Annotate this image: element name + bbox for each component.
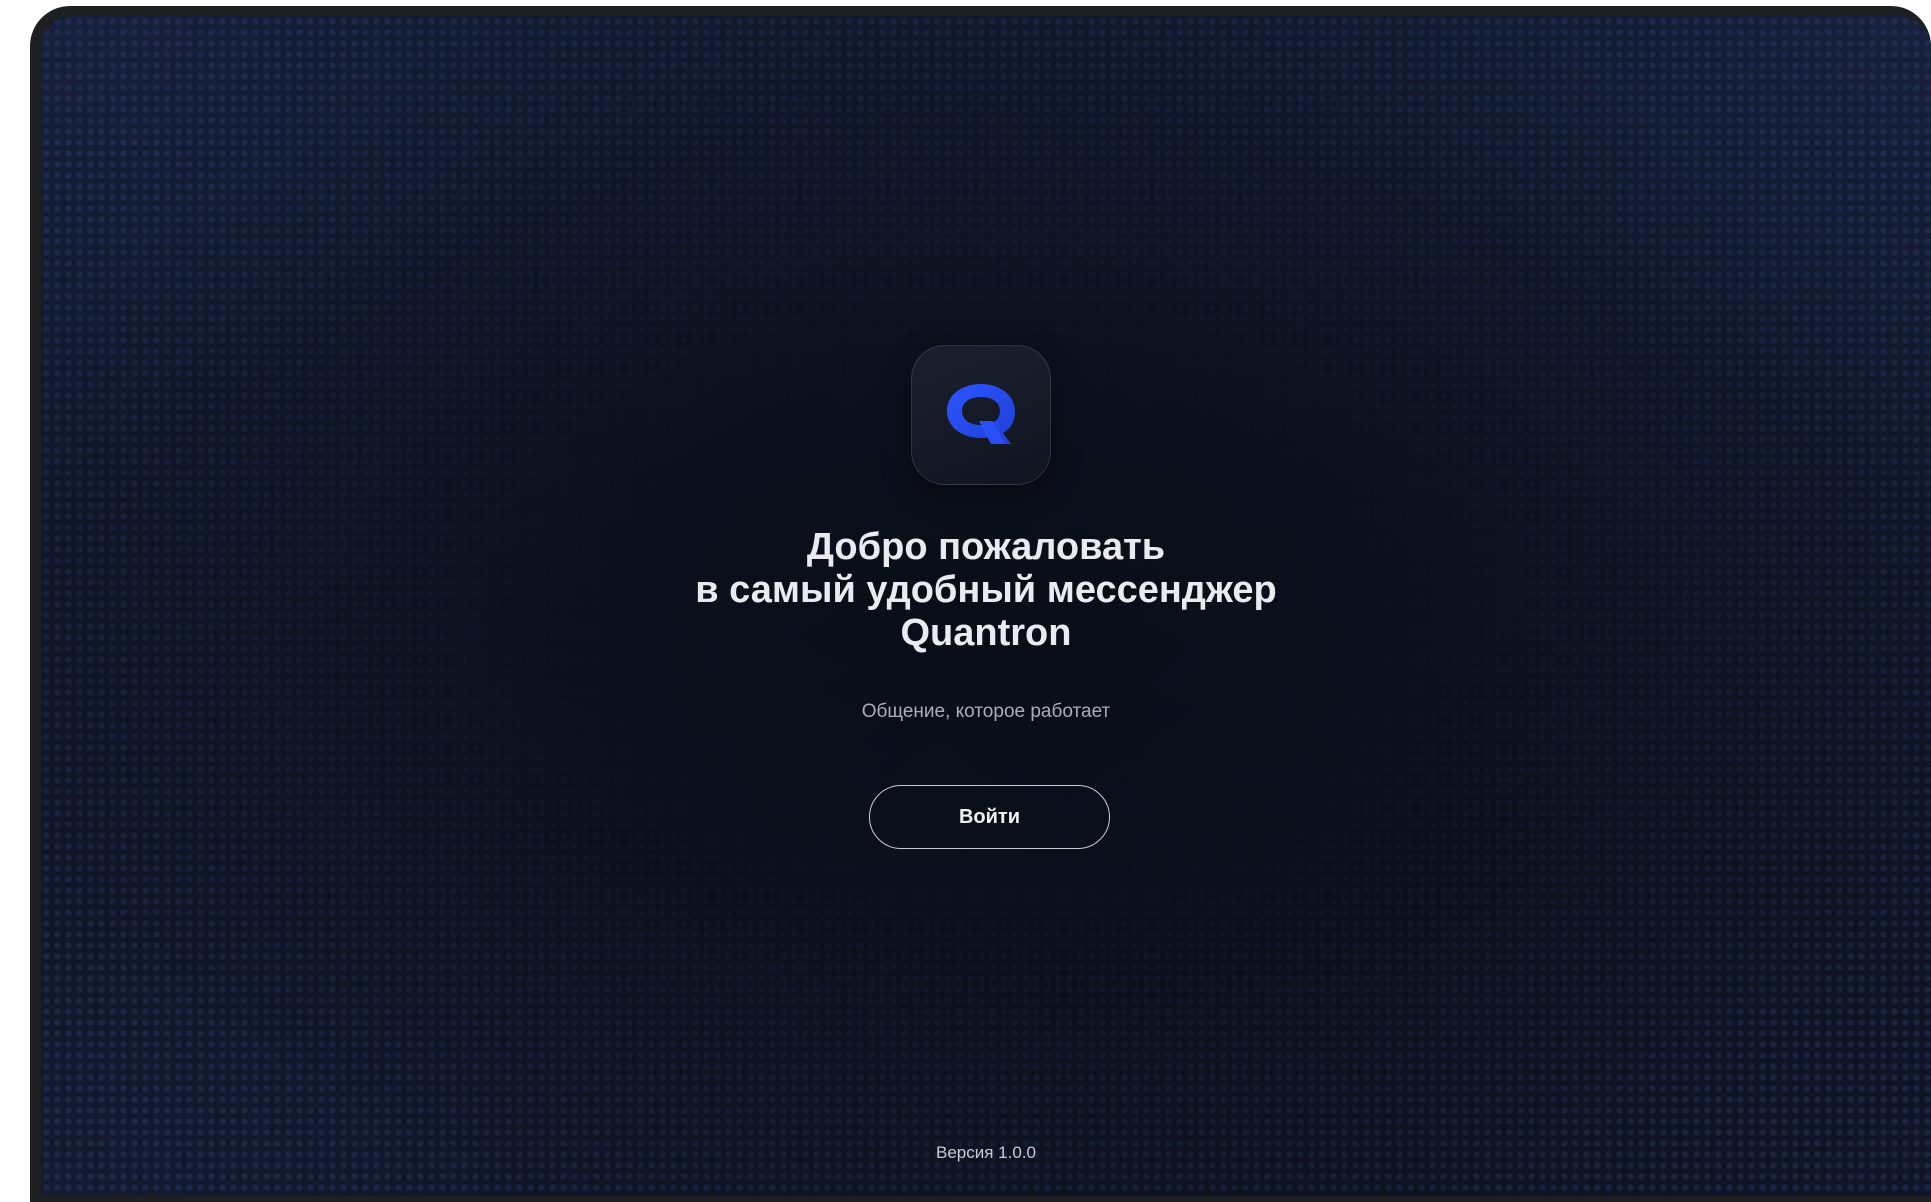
welcome-title-line-1: Добро пожаловать — [806, 526, 1166, 568]
version-label: Версия 1.0.0 — [936, 1143, 1036, 1162]
welcome-content: Добро пожаловать в самый удобный мессенд… — [41, 16, 1931, 1196]
q-logo-icon — [947, 384, 1015, 444]
welcome-subtitle: Общение, которое работает — [861, 701, 1111, 722]
welcome-title: Добро пожаловать в самый удобный мессенд… — [586, 526, 1386, 655]
login-button[interactable]: Войти — [869, 785, 1110, 849]
welcome-screen: Добро пожаловать в самый удобный мессенд… — [41, 16, 1931, 1196]
welcome-title-line-3: Quantron — [900, 612, 1072, 654]
welcome-title-line-2: в самый удобный мессенджер — [695, 569, 1277, 611]
app-logo — [911, 345, 1051, 485]
device-frame: Добро пожаловать в самый удобный мессенд… — [30, 6, 1931, 1202]
